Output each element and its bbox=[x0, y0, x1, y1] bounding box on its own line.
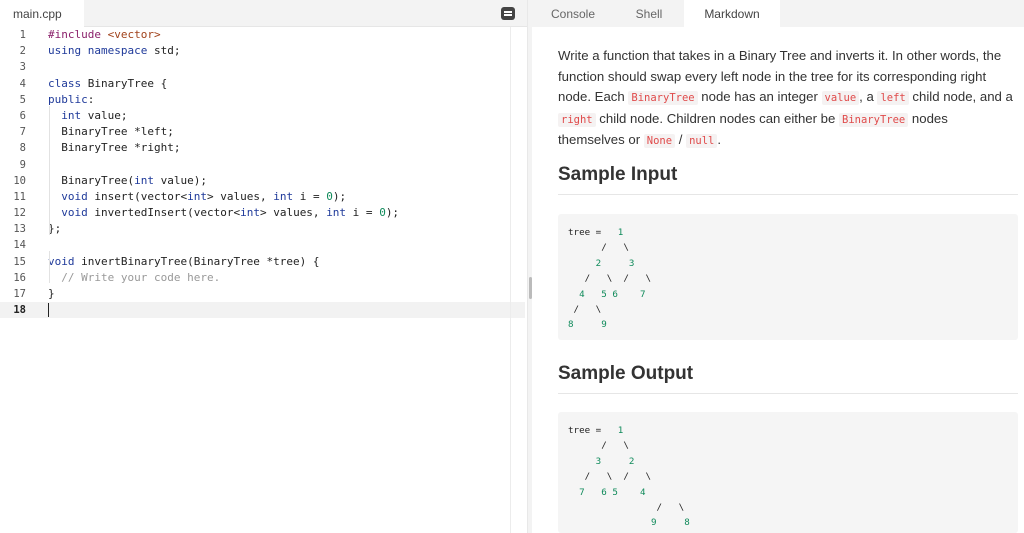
indent-guide bbox=[49, 106, 50, 235]
code-line[interactable]: 16 // Write your code here. bbox=[0, 270, 525, 286]
code-line[interactable]: 5 public: bbox=[0, 92, 525, 108]
editor-tab-bar: main.cpp bbox=[0, 0, 527, 27]
line-number: 11 bbox=[13, 190, 26, 203]
sample-output-block: tree = 1 / \ 3 2 / \ / \ 7 6 5 4 / \ 9 8 bbox=[558, 412, 1018, 533]
code-text bbox=[48, 302, 49, 318]
line-number: 2 bbox=[19, 45, 26, 58]
code-line[interactable]: 2 using namespace std; bbox=[0, 43, 525, 59]
line-number: 4 bbox=[19, 77, 26, 90]
line-number: 1 bbox=[19, 29, 26, 41]
code-line[interactable]: 15 void invertBinaryTree(BinaryTree *tree… bbox=[0, 254, 525, 270]
line-number: 6 bbox=[19, 109, 26, 122]
code-text: } bbox=[48, 287, 55, 300]
line-number: 9 bbox=[19, 158, 26, 171]
line-number: 18 bbox=[13, 304, 26, 317]
code-line[interactable]: 10 BinaryTree(int value); bbox=[0, 173, 525, 189]
indent-guide bbox=[49, 251, 50, 283]
code-text: #include <vector> bbox=[48, 28, 161, 41]
line-number: 17 bbox=[13, 288, 26, 300]
tab-shell[interactable]: Shell bbox=[614, 0, 684, 27]
sample-input-heading: Sample Input bbox=[558, 164, 1018, 195]
code-text: void insert(vector<int> values, int i = … bbox=[61, 189, 347, 203]
tab-markdown[interactable]: Markdown bbox=[684, 0, 780, 27]
code-line[interactable]: 1 #include <vector> bbox=[0, 27, 525, 43]
line-number: 15 bbox=[13, 255, 26, 268]
line-number: 10 bbox=[13, 174, 26, 187]
code-line[interactable]: 9 bbox=[0, 157, 525, 173]
right-tab-bar: Console Shell Markdown bbox=[532, 0, 1024, 27]
code-text: BinaryTree *right; bbox=[48, 141, 181, 155]
sample-input-block: tree = 1 / \ 2 3 / \ / \ 4 5 6 7 / \ 8 9 bbox=[558, 214, 1018, 340]
code-text: void invertedInsert(vector<int> values, … bbox=[61, 206, 400, 220]
sample-input-code: tree = 1 / \ 2 3 / \ / \ 4 5 6 7 / \ 8 9 bbox=[568, 227, 651, 331]
code-text: public: bbox=[48, 92, 95, 106]
code-line[interactable]: 17} bbox=[0, 286, 525, 302]
code-text: void invertBinaryTree(BinaryTree *tree) … bbox=[48, 254, 320, 268]
problem-description: Write a function that takes in a Binary … bbox=[558, 48, 1013, 148]
line-number: 16 bbox=[13, 271, 26, 284]
line-number: 8 bbox=[19, 142, 26, 155]
code-editor-pane: main.cpp 1 #include <vector> 2 using namesp… bbox=[0, 0, 527, 533]
tab-console[interactable]: Console bbox=[532, 0, 614, 27]
editor-scrollbar[interactable] bbox=[510, 27, 524, 533]
code-text: // Write your code here. bbox=[61, 270, 221, 284]
code-text: int value; bbox=[61, 108, 128, 122]
right-pane: Console Shell Markdown Write a function … bbox=[532, 0, 1024, 533]
markdown-content: Write a function that takes in a Binary … bbox=[558, 46, 1018, 152]
code-line[interactable]: 14 bbox=[0, 237, 525, 253]
line-number: 12 bbox=[13, 207, 26, 220]
panel-toggle-icon[interactable] bbox=[501, 7, 515, 20]
code-line[interactable]: 6 int value; bbox=[0, 108, 525, 124]
sample-output-code: tree = 1 / \ 3 2 / \ / \ 7 6 5 4 / \ 9 8 bbox=[568, 425, 690, 529]
code-line[interactable]: 8 BinaryTree *right; bbox=[0, 140, 525, 156]
line-number: 5 bbox=[19, 93, 26, 106]
code-line[interactable]: 12 void invertedInsert(vector<int> value… bbox=[0, 205, 525, 221]
code-line[interactable]: 3 bbox=[0, 59, 525, 75]
code-line[interactable]: 11 void insert(vector<int> values, int i… bbox=[0, 189, 525, 205]
code-line[interactable]: 7 BinaryTree *left; bbox=[0, 124, 525, 140]
line-number: 13 bbox=[13, 223, 26, 236]
sample-output-heading: Sample Output bbox=[558, 363, 1018, 394]
code-area[interactable]: 1 #include <vector> 2 using namespace std; 3… bbox=[0, 27, 525, 319]
code-text: BinaryTree(int value); bbox=[48, 173, 207, 187]
code-line[interactable]: 4 class BinaryTree { bbox=[0, 76, 525, 92]
code-text: using namespace std; bbox=[48, 44, 181, 58]
file-tab-main-cpp[interactable]: main.cpp bbox=[0, 0, 84, 27]
code-text: class BinaryTree { bbox=[48, 76, 168, 90]
line-number: 3 bbox=[19, 61, 26, 74]
code-line[interactable]: 13}; bbox=[0, 221, 525, 237]
line-number: 7 bbox=[19, 126, 26, 139]
line-number: 14 bbox=[13, 239, 26, 252]
code-line[interactable]: 18 bbox=[0, 302, 525, 319]
code-text: BinaryTree *left; bbox=[48, 125, 174, 139]
